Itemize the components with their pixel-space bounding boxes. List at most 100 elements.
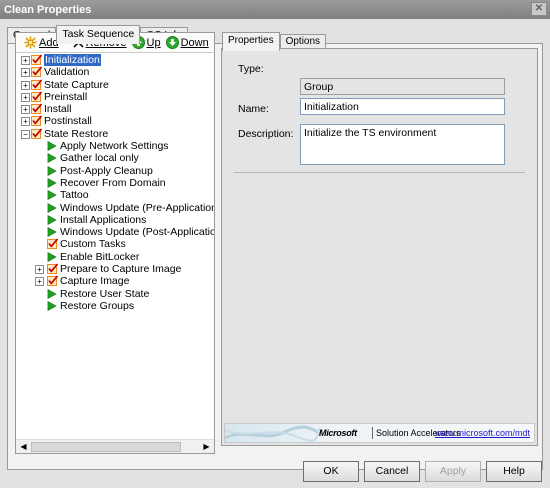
ok-button[interactable]: OK <box>303 461 359 482</box>
tab-task-sequence[interactable]: Task Sequence <box>56 25 141 44</box>
tree-row[interactable]: Tattoo <box>16 189 214 201</box>
group-checkbox-icon <box>31 91 42 102</box>
tree-item-label: Enable BitLocker <box>60 250 140 263</box>
expand-icon[interactable]: + <box>21 117 30 127</box>
tree-item-label: Prepare to Capture Image <box>60 263 182 276</box>
tree-row[interactable]: Install Applications <box>16 214 214 226</box>
tree-row[interactable]: Restore Groups <box>16 300 214 312</box>
up-label: Up <box>146 36 161 49</box>
tree-item-label: Install Applications <box>60 213 147 226</box>
tree-row[interactable]: Restore User State <box>16 288 214 300</box>
step-play-icon <box>47 153 57 164</box>
tree-row[interactable]: + Postinstall <box>16 115 214 127</box>
title-bar: Clean Properties ✕ <box>0 0 550 19</box>
down-arrow-icon <box>165 36 179 49</box>
expand-icon[interactable]: + <box>35 277 44 287</box>
step-play-icon <box>47 214 57 225</box>
tree-row[interactable]: + Prepare to Capture Image <box>16 263 214 275</box>
tree-item-label: Windows Update (Post-Application Install… <box>60 226 214 239</box>
step-play-icon <box>47 288 57 299</box>
banner-swirl-graphic <box>225 425 320 442</box>
expand-icon[interactable]: + <box>21 68 30 78</box>
tree-item-label: Validation <box>44 66 90 79</box>
tree-row[interactable]: Post-Apply Cleanup <box>16 165 214 177</box>
mdt-link[interactable]: www.microsoft.com/mdt <box>435 428 530 438</box>
tree-item-label: State Restore <box>44 127 109 140</box>
collapse-icon[interactable]: − <box>21 129 30 139</box>
group-checkbox-icon <box>31 66 42 78</box>
down-button[interactable]: Down <box>165 36 209 49</box>
group-checkbox-icon <box>47 238 58 250</box>
step-play-icon <box>47 141 57 152</box>
tree-item-label: Postinstall <box>44 115 92 128</box>
help-button[interactable]: Help <box>486 461 542 482</box>
window-title: Clean Properties <box>4 4 92 16</box>
group-checkbox-icon <box>31 128 42 139</box>
expand-icon[interactable]: + <box>21 92 30 102</box>
tree-item-label: Recover From Domain <box>60 176 166 189</box>
scroll-right-icon[interactable]: ▶ <box>200 441 213 453</box>
group-checkbox-icon <box>31 115 42 127</box>
description-label: Description: <box>238 128 294 140</box>
name-field[interactable]: Initialization <box>300 98 505 115</box>
tree-row[interactable]: Enable BitLocker <box>16 251 214 263</box>
tree-row[interactable]: − State Restore <box>16 128 214 140</box>
tree-row[interactable]: Windows Update (Pre-Application Installa <box>16 202 214 214</box>
tree-item-label: Tattoo <box>60 189 89 202</box>
tree-row[interactable]: Apply Network Settings <box>16 140 214 152</box>
tree-item-label: Restore User State <box>60 287 150 300</box>
step-play-icon <box>47 227 57 238</box>
type-field: Group <box>300 78 505 95</box>
horizontal-scrollbar[interactable]: ◀ ▶ <box>16 439 214 453</box>
tree-item-label: State Capture <box>44 78 109 91</box>
tree-row[interactable]: + Capture Image <box>16 275 214 287</box>
down-label: Down <box>180 36 209 49</box>
tree-item-label: Initialization <box>44 54 101 66</box>
apply-button[interactable]: Apply <box>425 461 481 482</box>
step-play-icon <box>47 300 57 311</box>
solution-accelerators-banner: Microsoft Solution Accelerators www.micr… <box>224 423 535 443</box>
tree-row[interactable]: Windows Update (Post-Application Install… <box>16 226 214 238</box>
group-checkbox-icon <box>47 263 58 275</box>
description-field[interactable]: Initialize the TS environment <box>300 124 505 165</box>
expand-icon[interactable]: + <box>21 105 30 115</box>
step-play-icon <box>47 165 57 176</box>
tree-row[interactable]: + Initialization <box>16 54 214 66</box>
step-play-icon <box>47 251 57 262</box>
tree-item-label: Gather local only <box>60 152 139 165</box>
scroll-left-icon[interactable]: ◀ <box>17 441 30 453</box>
tree-item-label: Post-Apply Cleanup <box>60 164 153 177</box>
tree-row[interactable]: + State Capture <box>16 79 214 91</box>
banner-separator <box>372 427 373 439</box>
tab-properties[interactable]: Properties <box>222 32 280 51</box>
tree-row[interactable]: Recover From Domain <box>16 177 214 189</box>
microsoft-logo: Microsoft <box>319 428 357 438</box>
step-play-icon <box>47 177 57 188</box>
expand-icon[interactable]: + <box>21 56 30 65</box>
tree-item-label: Capture Image <box>60 275 130 288</box>
task-sequence-tree-pane: Add Remove Up Down +Initialization+Valid… <box>15 32 215 454</box>
expand-icon[interactable]: + <box>35 265 44 275</box>
tree-item-label: Restore Groups <box>60 299 135 312</box>
tree-row[interactable]: + Preinstall <box>16 91 214 103</box>
group-checkbox-icon <box>47 275 58 287</box>
tree-item-label: Install <box>44 103 72 116</box>
name-label: Name: <box>238 103 269 115</box>
tree-row[interactable]: Custom Tasks <box>16 238 214 250</box>
cancel-button[interactable]: Cancel <box>364 461 420 482</box>
group-checkbox-icon <box>31 54 42 65</box>
tree-row[interactable]: Gather local only <box>16 152 214 164</box>
tree-item-label: Apply Network Settings <box>60 140 169 153</box>
add-star-icon <box>24 36 37 49</box>
task-tree: + Initialization + Validation + State Capture… <box>16 54 214 434</box>
tree-row[interactable]: + Validation <box>16 66 214 78</box>
dialog-buttons: OK Cancel Apply Help <box>0 461 550 483</box>
tree-item-label: Windows Update (Pre-Application Installa <box>60 201 214 214</box>
close-icon[interactable]: ✕ <box>531 2 547 16</box>
scrollbar-thumb[interactable] <box>31 442 181 452</box>
properties-panel: Type: Group Name: Initialization Descrip… <box>221 48 538 446</box>
tree-item-label: Preinstall <box>44 90 88 103</box>
step-play-icon <box>47 202 57 213</box>
expand-icon[interactable]: + <box>21 80 30 90</box>
tree-row[interactable]: + Install <box>16 103 214 115</box>
